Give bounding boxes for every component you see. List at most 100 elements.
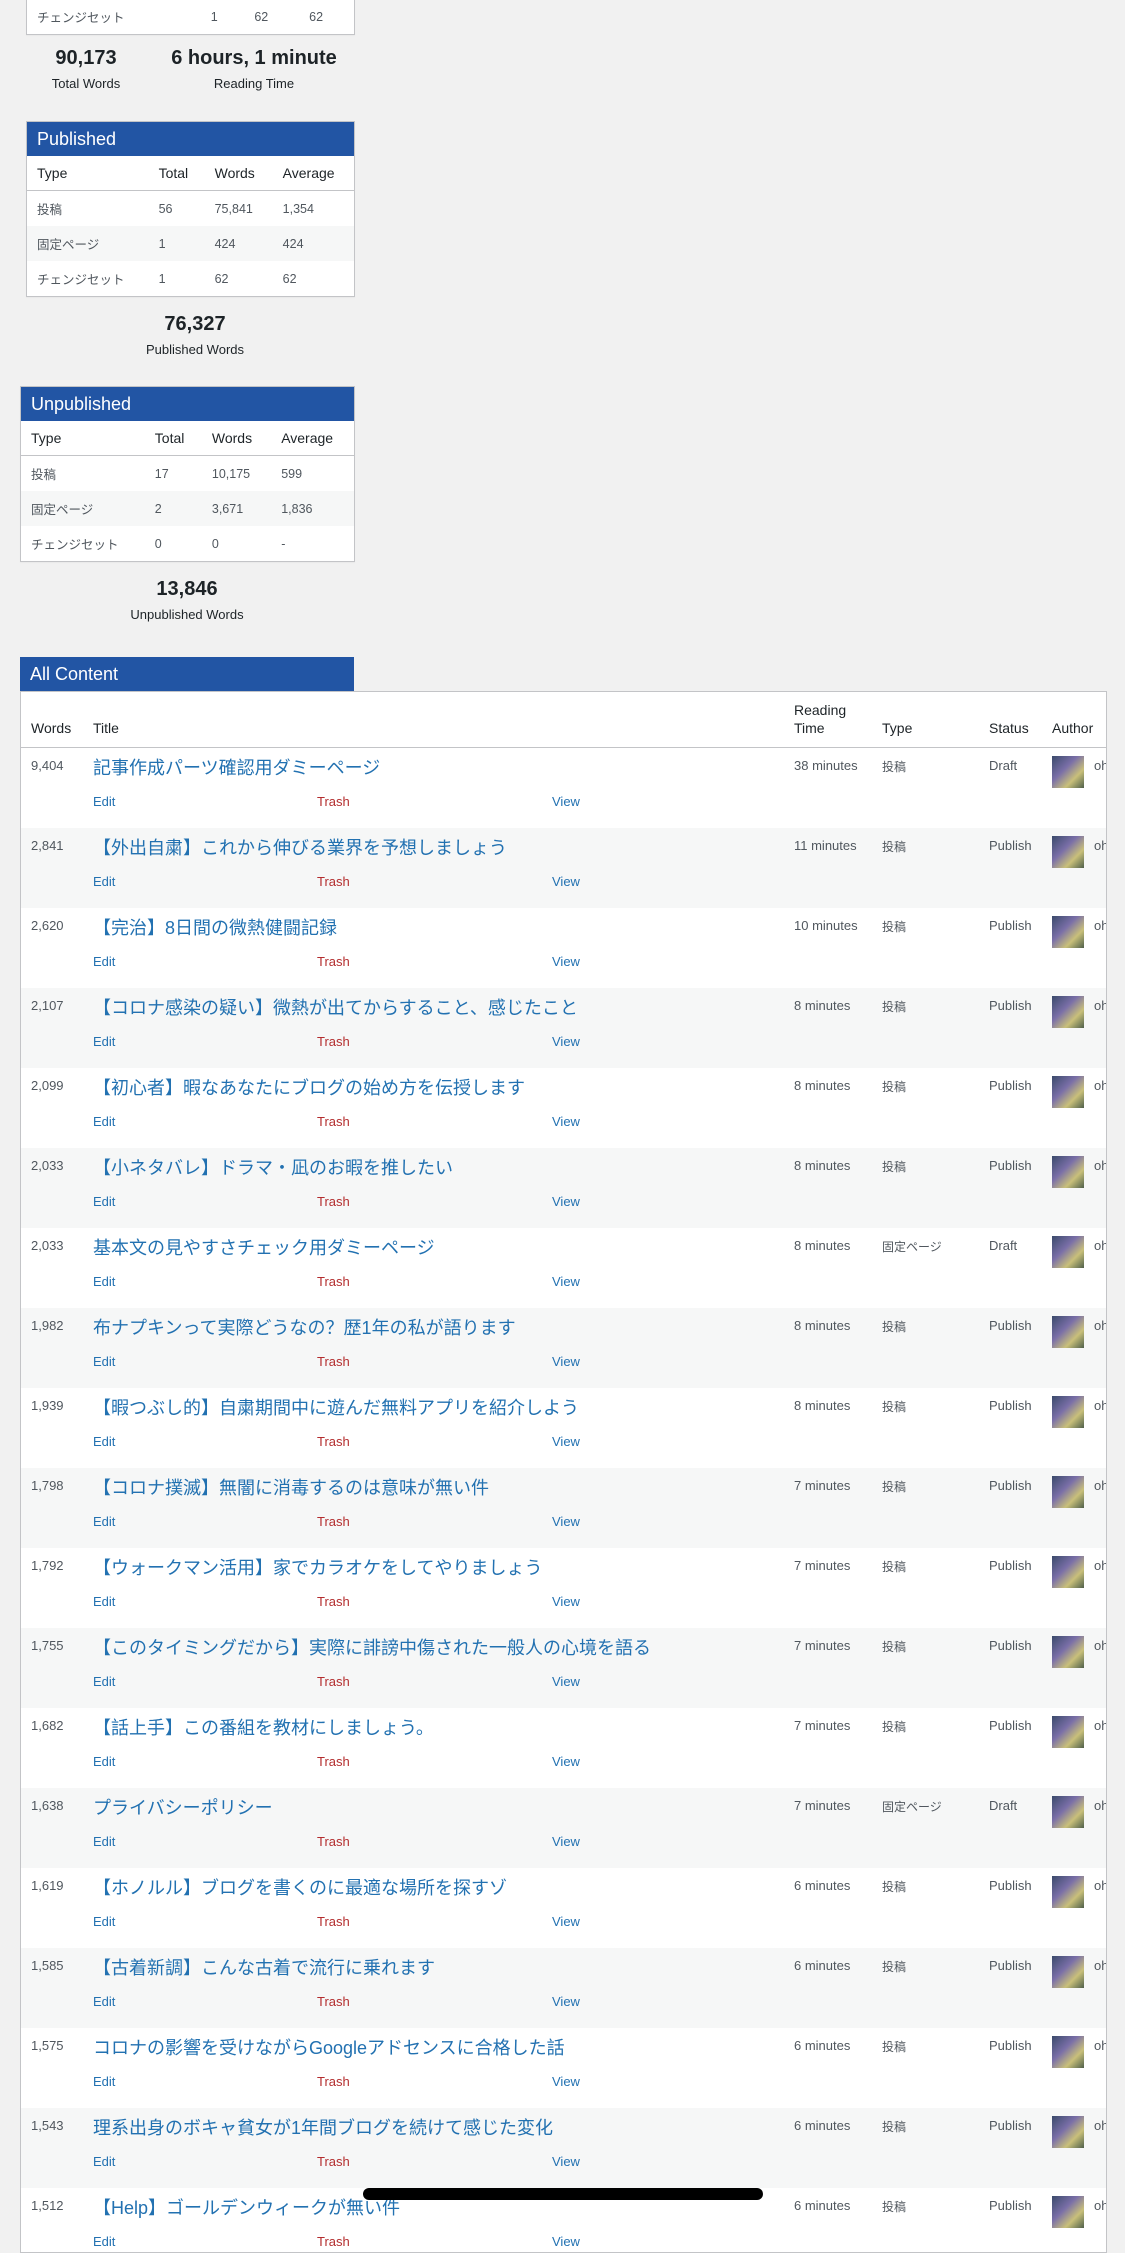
author-link[interactable]: ohno xyxy=(1094,838,1106,853)
post-title-link[interactable]: 布ナプキンって実際どうなの？歴1年の私が語ります xyxy=(93,1314,516,1340)
avatar[interactable] xyxy=(1052,1236,1084,1268)
author-link[interactable]: ohno xyxy=(1094,1078,1106,1093)
author-link[interactable]: ohno xyxy=(1094,1478,1106,1493)
post-title-link[interactable]: 【Help】ゴールデンウィークが無い件 xyxy=(93,2194,400,2220)
avatar[interactable] xyxy=(1052,1316,1084,1348)
edit-link[interactable]: Edit xyxy=(93,954,115,969)
trash-link[interactable]: Trash xyxy=(317,794,350,809)
trash-link[interactable]: Trash xyxy=(317,1754,350,1769)
view-link[interactable]: View xyxy=(552,1754,580,1769)
trash-link[interactable]: Trash xyxy=(317,1274,350,1289)
avatar[interactable] xyxy=(1052,1076,1084,1108)
view-link[interactable]: View xyxy=(552,2234,580,2249)
author-link[interactable]: ohno xyxy=(1094,1318,1106,1333)
edit-link[interactable]: Edit xyxy=(93,1434,115,1449)
col-title[interactable]: Title xyxy=(93,719,119,737)
author-link[interactable]: ohno xyxy=(1094,918,1106,933)
view-link[interactable]: View xyxy=(552,2154,580,2169)
view-link[interactable]: View xyxy=(552,954,580,969)
post-title-link[interactable]: 【コロナ感染の疑い】微熱が出てからすること、感じたこと xyxy=(93,994,578,1020)
trash-link[interactable]: Trash xyxy=(317,2154,350,2169)
post-title-link[interactable]: 記事作成パーツ確認用ダミーページ xyxy=(93,754,380,780)
avatar[interactable] xyxy=(1052,2036,1084,2068)
edit-link[interactable]: Edit xyxy=(93,1354,115,1369)
author-link[interactable]: ohno xyxy=(1094,1158,1106,1173)
edit-link[interactable]: Edit xyxy=(93,1674,115,1689)
col-reading-time[interactable]: Reading Time xyxy=(794,701,846,737)
trash-link[interactable]: Trash xyxy=(317,1994,350,2009)
post-title-link[interactable]: 基本文の見やすさチェック用ダミーページ xyxy=(93,1234,435,1260)
avatar[interactable] xyxy=(1052,1876,1084,1908)
edit-link[interactable]: Edit xyxy=(93,1514,115,1529)
avatar[interactable] xyxy=(1052,1636,1084,1668)
author-link[interactable]: ohno xyxy=(1094,1558,1106,1573)
view-link[interactable]: View xyxy=(552,874,580,889)
avatar[interactable] xyxy=(1052,836,1084,868)
author-link[interactable]: ohno xyxy=(1094,1798,1106,1813)
avatar[interactable] xyxy=(1052,1156,1084,1188)
edit-link[interactable]: Edit xyxy=(93,874,115,889)
avatar[interactable] xyxy=(1052,1396,1084,1428)
view-link[interactable]: View xyxy=(552,1994,580,2009)
col-author[interactable]: Author xyxy=(1052,719,1093,737)
post-title-link[interactable]: プライバシーポリシー xyxy=(93,1794,273,1820)
avatar[interactable] xyxy=(1052,756,1084,788)
post-title-link[interactable]: 理系出身のボキャ貧女が1年間ブログを続けて感じた変化 xyxy=(93,2114,553,2140)
view-link[interactable]: View xyxy=(552,1114,580,1129)
col-status[interactable]: Status xyxy=(989,719,1029,737)
edit-link[interactable]: Edit xyxy=(93,2234,115,2249)
trash-link[interactable]: Trash xyxy=(317,1434,350,1449)
post-title-link[interactable]: 【コロナ撲滅】無闇に消毒するのは意味が無い件 xyxy=(93,1474,489,1500)
trash-link[interactable]: Trash xyxy=(317,954,350,969)
trash-link[interactable]: Trash xyxy=(317,2234,350,2249)
trash-link[interactable]: Trash xyxy=(317,1354,350,1369)
post-title-link[interactable]: 【暇つぶし的】自粛期間中に遊んだ無料アプリを紹介しよう xyxy=(93,1394,579,1420)
view-link[interactable]: View xyxy=(552,1354,580,1369)
view-link[interactable]: View xyxy=(552,1434,580,1449)
view-link[interactable]: View xyxy=(552,1674,580,1689)
edit-link[interactable]: Edit xyxy=(93,1114,115,1129)
post-title-link[interactable]: 【小ネタバレ】ドラマ・凪のお暇を推したい xyxy=(93,1154,453,1180)
edit-link[interactable]: Edit xyxy=(93,1914,115,1929)
author-link[interactable]: ohno xyxy=(1094,1238,1106,1253)
avatar[interactable] xyxy=(1052,1476,1084,1508)
avatar[interactable] xyxy=(1052,1956,1084,1988)
author-link[interactable]: ohno xyxy=(1094,1878,1106,1893)
author-link[interactable]: ohno xyxy=(1094,1958,1106,1973)
post-title-link[interactable]: 【古着新調】こんな古着で流行に乗れます xyxy=(93,1954,435,1980)
edit-link[interactable]: Edit xyxy=(93,1994,115,2009)
edit-link[interactable]: Edit xyxy=(93,2074,115,2089)
post-title-link[interactable]: 【ホノルル】ブログを書くのに最適な場所を探すゾ xyxy=(93,1874,507,1900)
view-link[interactable]: View xyxy=(552,1834,580,1849)
avatar[interactable] xyxy=(1052,996,1084,1028)
avatar[interactable] xyxy=(1052,1796,1084,1828)
post-title-link[interactable]: 【初心者】暇なあなたにブログの始め方を伝授します xyxy=(93,1074,525,1100)
author-link[interactable]: ohno xyxy=(1094,2038,1106,2053)
view-link[interactable]: View xyxy=(552,1594,580,1609)
author-link[interactable]: ohno xyxy=(1094,2198,1106,2213)
avatar[interactable] xyxy=(1052,2196,1084,2228)
trash-link[interactable]: Trash xyxy=(317,1674,350,1689)
avatar[interactable] xyxy=(1052,2116,1084,2148)
avatar[interactable] xyxy=(1052,1716,1084,1748)
post-title-link[interactable]: 【話上手】この番組を教材にしましょう。 xyxy=(93,1714,434,1740)
view-link[interactable]: View xyxy=(552,1514,580,1529)
author-link[interactable]: ohno xyxy=(1094,1718,1106,1733)
trash-link[interactable]: Trash xyxy=(317,1514,350,1529)
edit-link[interactable]: Edit xyxy=(93,1034,115,1049)
post-title-link[interactable]: 【このタイミングだから】実際に誹謗中傷された一般人の心境を語る xyxy=(93,1634,651,1660)
view-link[interactable]: View xyxy=(552,1194,580,1209)
post-title-link[interactable]: 【完治】8日間の微熱健闘記録 xyxy=(93,914,337,940)
trash-link[interactable]: Trash xyxy=(317,1194,350,1209)
post-title-link[interactable]: 【外出自粛】これから伸びる業界を予想しましょう xyxy=(93,834,507,860)
author-link[interactable]: ohno xyxy=(1094,2118,1106,2133)
edit-link[interactable]: Edit xyxy=(93,1594,115,1609)
edit-link[interactable]: Edit xyxy=(93,2154,115,2169)
trash-link[interactable]: Trash xyxy=(317,2074,350,2089)
trash-link[interactable]: Trash xyxy=(317,874,350,889)
author-link[interactable]: ohno xyxy=(1094,1398,1106,1413)
post-title-link[interactable]: コロナの影響を受けながらGoogleアドセンスに合格した話 xyxy=(93,2034,565,2060)
edit-link[interactable]: Edit xyxy=(93,1194,115,1209)
post-title-link[interactable]: 【ウォークマン活用】家でカラオケをしてやりましょう xyxy=(93,1554,542,1580)
author-link[interactable]: ohno xyxy=(1094,758,1106,773)
